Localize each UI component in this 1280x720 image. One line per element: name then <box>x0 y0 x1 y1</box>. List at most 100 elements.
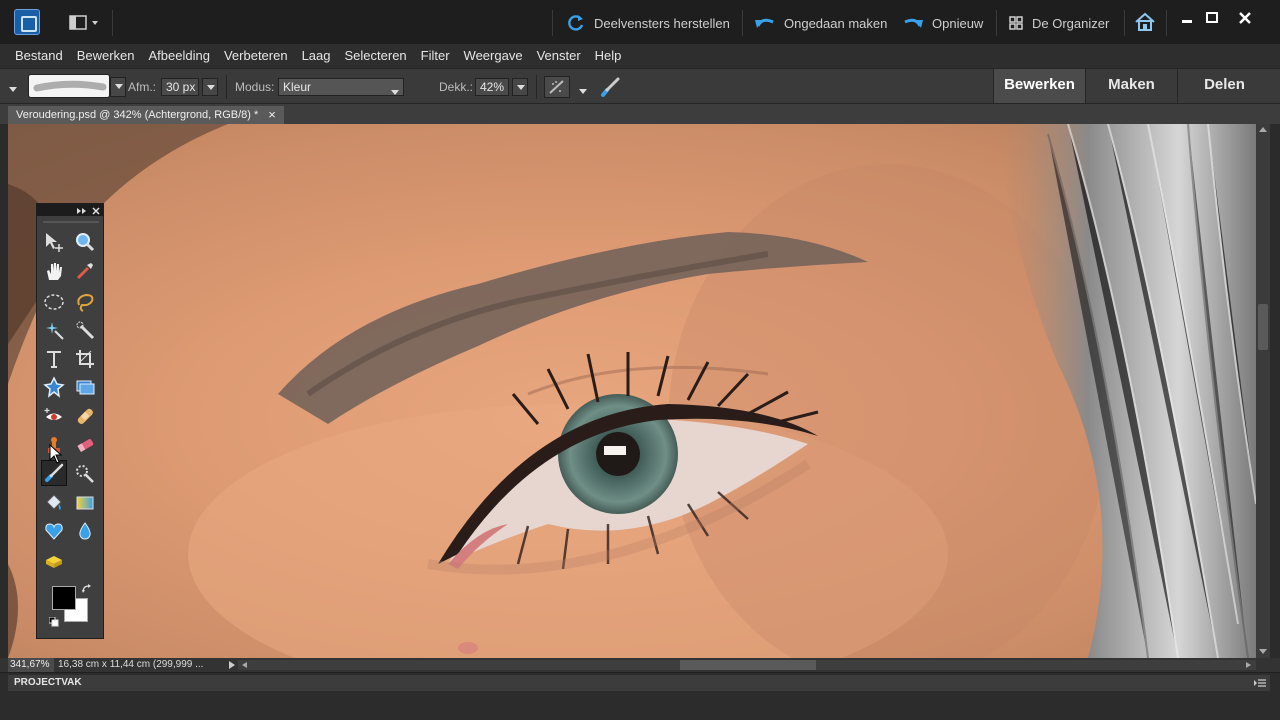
menu-selecteren[interactable]: Selecteren <box>338 44 414 68</box>
vertical-scrollbar[interactable] <box>1256 124 1270 658</box>
magic-wand-tool-icon[interactable] <box>41 317 67 343</box>
opacity-field[interactable]: 42% <box>475 78 509 96</box>
close-icon[interactable] <box>1234 10 1256 28</box>
title-separator <box>1124 10 1125 36</box>
minimize-icon[interactable] <box>1176 10 1198 28</box>
airbrush-icon[interactable] <box>544 76 570 98</box>
smart-brush-tool-icon[interactable] <box>72 460 98 486</box>
scroll-down-icon[interactable] <box>1259 649 1267 655</box>
menu-bestand[interactable]: Bestand <box>8 44 70 68</box>
healing-brush-tool-icon[interactable] <box>72 403 98 429</box>
mouse-cursor-icon <box>49 443 63 469</box>
toolbox-grip <box>43 221 99 223</box>
image-canvas[interactable] <box>8 124 1256 658</box>
horizontal-scrollbar[interactable] <box>238 660 1256 670</box>
undo-button[interactable]: Ongedaan maken <box>754 12 887 34</box>
cookie-cutter-tool-icon[interactable] <box>41 374 67 400</box>
title-separator <box>112 10 113 36</box>
brush-preview[interactable] <box>28 74 110 98</box>
document-info: 16,38 cm x 11,44 cm (299,999 ... <box>58 659 204 670</box>
mode-label: Modus: <box>235 80 275 94</box>
crop-tool-icon[interactable] <box>72 346 98 372</box>
photo-eye-closeup <box>8 124 1256 658</box>
scroll-up-icon[interactable] <box>1259 127 1267 133</box>
redo-label: Opnieuw <box>932 15 984 31</box>
opacity-label: Dekk.: <box>439 80 474 94</box>
menu-help[interactable]: Help <box>588 44 629 68</box>
toolbox-header[interactable] <box>37 204 103 216</box>
organizer-button[interactable]: De Organizer <box>1008 12 1109 34</box>
layout-icon[interactable] <box>68 14 102 32</box>
scroll-right-icon[interactable] <box>1246 662 1252 668</box>
zoom-field[interactable]: 341,67% <box>8 658 54 672</box>
brush-settings-dropdown[interactable] <box>578 83 588 101</box>
swap-colors-icon[interactable] <box>81 582 93 600</box>
tab-delen[interactable]: Delen <box>1177 69 1271 103</box>
tab-bewerken[interactable]: Bewerken <box>993 69 1085 103</box>
options-separator <box>536 75 537 99</box>
project-bin-header[interactable]: PROJECTVAK <box>8 675 1270 691</box>
menu-laag[interactable]: Laag <box>295 44 338 68</box>
document-tab-bar: Veroudering.psd @ 342% (Achtergrond, RGB… <box>0 104 1280 124</box>
tool-options-bar: Afm.: 30 px Modus: Kleur Dekk.: 42% Bewe… <box>0 68 1280 104</box>
title-bar: Deelvensters herstellen Ongedaan maken O… <box>0 0 1280 44</box>
move-tool-icon[interactable] <box>41 229 67 255</box>
project-bin: PROJECTVAK <box>0 672 1280 720</box>
organizer-label: De Organizer <box>1032 15 1110 31</box>
default-colors-icon[interactable] <box>48 614 59 632</box>
horizontal-scroll-thumb[interactable] <box>680 660 816 670</box>
document-tab-close-icon[interactable]: × <box>268 106 276 124</box>
tablet-settings-icon[interactable] <box>598 75 622 99</box>
title-separator <box>742 10 743 36</box>
toolbox-panel[interactable] <box>36 203 104 639</box>
straighten-tool-icon[interactable] <box>72 374 98 400</box>
zoom-tool-icon[interactable] <box>72 229 98 255</box>
gradient-tool-icon[interactable] <box>72 490 98 516</box>
tool-preset-dropdown[interactable] <box>8 81 18 99</box>
scroll-left-icon[interactable] <box>242 662 248 668</box>
app-logo-icon <box>14 9 40 35</box>
menu-bewerken[interactable]: Bewerken <box>70 44 142 68</box>
vertical-scroll-thumb[interactable] <box>1258 304 1268 350</box>
menu-filter[interactable]: Filter <box>414 44 457 68</box>
menu-afbeelding[interactable]: Afbeelding <box>142 44 217 68</box>
redo-icon <box>904 18 923 28</box>
hand-tool-icon[interactable] <box>41 258 67 284</box>
sponge-tool-icon[interactable] <box>41 548 67 574</box>
project-bin-label: PROJECTVAK <box>14 677 82 688</box>
paint-bucket-tool-icon[interactable] <box>41 490 67 516</box>
marquee-tool-icon[interactable] <box>41 289 67 315</box>
mode-select[interactable]: Kleur <box>278 78 404 96</box>
eyedropper-tool-icon[interactable] <box>72 258 98 284</box>
organizer-icon <box>1009 16 1023 30</box>
red-eye-tool-icon[interactable] <box>41 403 67 429</box>
size-label: Afm.: <box>128 80 157 94</box>
opacity-slider-dropdown[interactable] <box>512 78 528 96</box>
tab-maken[interactable]: Maken <box>1085 69 1177 103</box>
brush-preset-dropdown[interactable] <box>110 77 126 97</box>
menu-weergave[interactable]: Weergave <box>457 44 530 68</box>
eraser-tool-icon[interactable] <box>72 432 98 458</box>
panel-menu-icon[interactable] <box>1254 678 1266 688</box>
blur-tool-icon[interactable] <box>72 518 98 544</box>
custom-shape-tool-icon[interactable] <box>41 518 67 544</box>
quick-selection-tool-icon[interactable] <box>72 317 98 343</box>
status-bar: 341,67% 16,38 cm x 11,44 cm (299,999 ... <box>0 658 1280 672</box>
undo-icon <box>755 18 774 28</box>
maximize-icon[interactable] <box>1201 10 1223 28</box>
document-tab[interactable]: Veroudering.psd @ 342% (Achtergrond, RGB… <box>8 106 284 124</box>
menu-venster[interactable]: Venster <box>530 44 588 68</box>
size-slider-dropdown[interactable] <box>202 78 218 96</box>
size-field[interactable]: 30 px <box>161 78 199 96</box>
home-icon[interactable] <box>1134 12 1156 32</box>
lasso-tool-icon[interactable] <box>72 289 98 315</box>
restore-panels-button[interactable]: Deelvensters herstellen <box>566 12 730 34</box>
menu-bar: Bestand Bewerken Afbeelding Verbeteren L… <box>0 44 1280 68</box>
info-menu-icon[interactable] <box>228 661 236 669</box>
redo-button[interactable]: Opnieuw <box>902 12 983 34</box>
menu-verbeteren[interactable]: Verbeteren <box>217 44 295 68</box>
type-tool-icon[interactable] <box>41 346 67 372</box>
undo-label: Ongedaan maken <box>784 15 888 31</box>
refresh-icon <box>568 15 584 31</box>
foreground-color-swatch[interactable] <box>52 586 76 610</box>
